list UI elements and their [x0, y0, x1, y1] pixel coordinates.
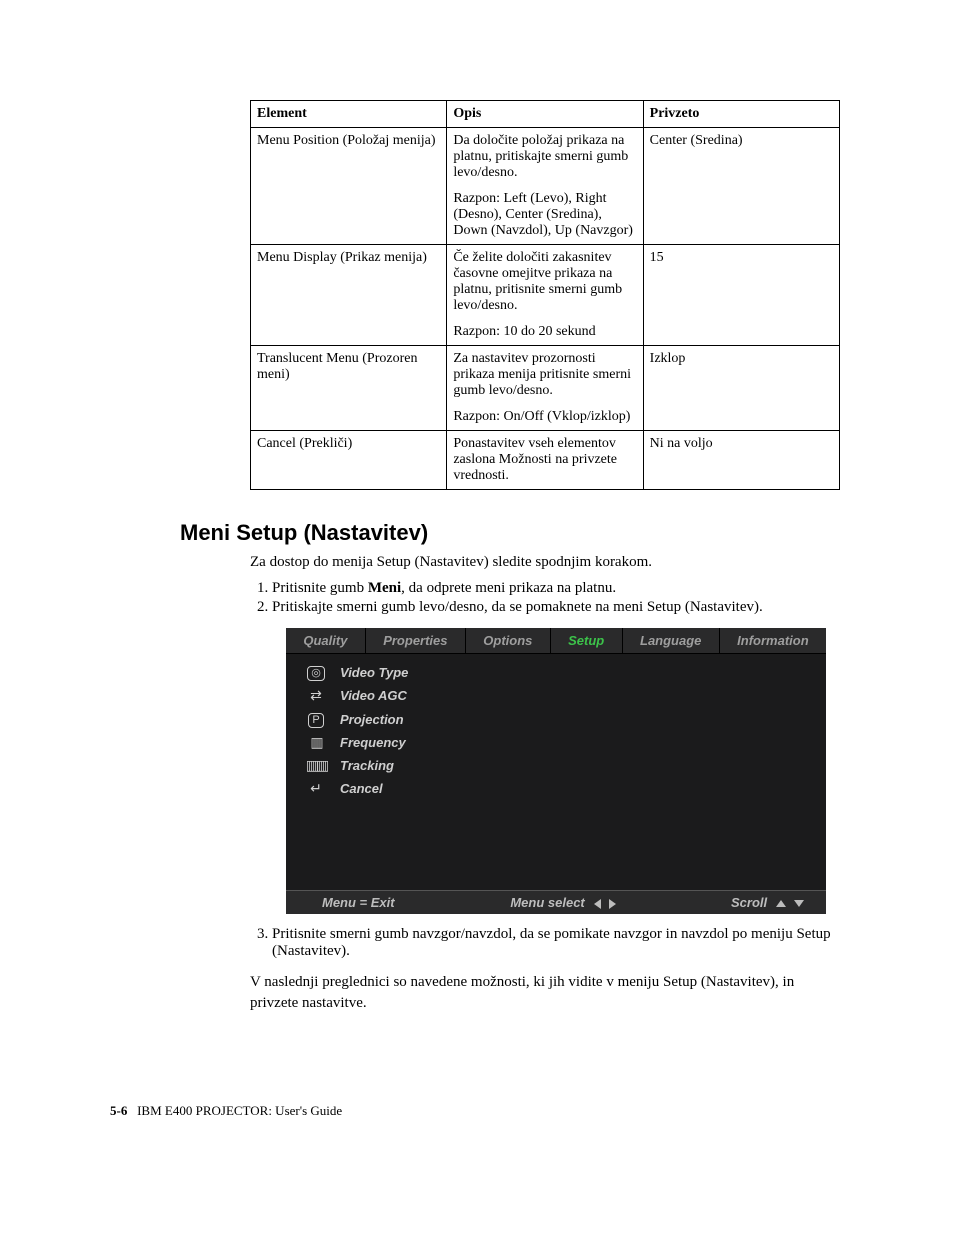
opis-main: Za nastavitev prozornosti prikaza menija…	[453, 351, 636, 399]
osd-item-label: Cancel	[336, 781, 816, 796]
footer-title: IBM E400 PROJECTOR: User's Guide	[137, 1103, 342, 1118]
osd-item-label: Projection	[336, 712, 816, 727]
cell-element: Menu Position (Položaj menija)	[251, 128, 447, 245]
closing-paragraph: V naslednji preglednici so navedene možn…	[250, 972, 844, 1013]
step-3: Pritisnite smerni gumb navzgor/navzdol, …	[272, 926, 844, 960]
osd-item-label: Video Type	[336, 665, 816, 680]
osd-tabs: Quality Properties Options Setup Languag…	[286, 628, 826, 654]
return-icon: ↵	[296, 780, 336, 797]
table-row: Cancel (Prekliči) Ponastavitev vseh elem…	[251, 431, 840, 490]
osd-item: ↵ Cancel	[296, 777, 816, 800]
cell-element: Cancel (Prekliči)	[251, 431, 447, 490]
cell-opis: Za nastavitev prozornosti prikaza menija…	[447, 346, 643, 431]
cell-default: Ni na voljo	[643, 431, 839, 490]
section-heading: Meni Setup (Nastavitev)	[180, 520, 844, 546]
osd-screenshot: Quality Properties Options Setup Languag…	[286, 628, 826, 914]
osd-item-label: Frequency	[336, 735, 816, 750]
triangle-left-icon	[594, 899, 601, 909]
triangle-down-icon	[794, 900, 804, 907]
cell-default: 15	[643, 245, 839, 346]
osd-tab-setup: Setup	[551, 628, 623, 653]
bars3-icon: ▥	[296, 734, 336, 751]
table-row: Translucent Menu (Prozoren meni) Za nast…	[251, 346, 840, 431]
step-1: Pritisnite gumb Meni, da odprete meni pr…	[272, 580, 844, 597]
page-footer: 5-6 IBM E400 PROJECTOR: User's Guide	[110, 1103, 844, 1119]
step-text: , da odprete meni prikaza na platnu.	[401, 580, 616, 596]
osd-body: ◎ Video Type ⇄ Video AGC P Projection ▥ …	[286, 654, 826, 890]
osd-tab-properties: Properties	[366, 628, 466, 653]
osd-footer-center: Menu select	[483, 895, 644, 910]
cell-opis: Ponastavitev vseh elementov zaslona Možn…	[447, 431, 643, 490]
steps-list: Pritisnite gumb Meni, da odprete meni pr…	[250, 580, 844, 616]
target-icon: ◎	[296, 663, 336, 681]
osd-footer-left: Menu = Exit	[298, 895, 483, 910]
step-2: Pritiskajte smerni gumb levo/desno, da s…	[272, 599, 844, 616]
osd-item-label: Video AGC	[336, 688, 816, 703]
table-row: Menu Position (Položaj menija) Da določi…	[251, 128, 840, 245]
scroll-label: Scroll	[731, 895, 767, 910]
parameters-table: Element Opis Privzeto Menu Position (Pol…	[250, 100, 840, 490]
opis-main: Če želite določiti zakasnitev časovne om…	[453, 250, 636, 314]
p-icon: P	[296, 710, 336, 728]
osd-tab-language: Language	[623, 628, 720, 653]
opis-main: Da določite položaj prikaza na platnu, p…	[453, 133, 636, 181]
cell-default: Center (Sredina)	[643, 128, 839, 245]
osd-item: ▥▥ Tracking	[296, 754, 816, 777]
page-number: 5-6	[110, 1103, 127, 1118]
cell-opis: Če želite določiti zakasnitev časovne om…	[447, 245, 643, 346]
osd-item: ▥ Frequency	[296, 731, 816, 754]
menu-select-label: Menu select	[510, 895, 584, 910]
osd-footer: Menu = Exit Menu select Scroll	[286, 890, 826, 914]
steps-list-cont: Pritisnite smerni gumb navzgor/navzdol, …	[250, 926, 844, 960]
step-text: Pritisnite gumb	[272, 580, 368, 596]
opis-range: Razpon: On/Off (Vklop/izklop)	[453, 409, 636, 425]
cell-element: Translucent Menu (Prozoren meni)	[251, 346, 447, 431]
osd-item: ◎ Video Type	[296, 660, 816, 684]
osd-item-label: Tracking	[336, 758, 816, 773]
triangle-right-icon	[609, 899, 616, 909]
opis-range: Razpon: 10 do 20 sekund	[453, 324, 636, 340]
osd-footer-right: Scroll	[645, 895, 814, 910]
osd-tab-information: Information	[720, 628, 826, 653]
opis-range: Razpon: Left (Levo), Right (Desno), Cent…	[453, 191, 636, 239]
cell-default: Izklop	[643, 346, 839, 431]
th-element: Element	[251, 101, 447, 128]
table-header-row: Element Opis Privzeto	[251, 101, 840, 128]
step-bold: Meni	[368, 580, 401, 596]
triangle-up-icon	[776, 900, 786, 907]
cell-opis: Da določite položaj prikaza na platnu, p…	[447, 128, 643, 245]
slider-icon: ⇄	[296, 687, 336, 704]
cell-element: Menu Display (Prikaz menija)	[251, 245, 447, 346]
th-opis: Opis	[447, 101, 643, 128]
table-row: Menu Display (Prikaz menija) Če želite d…	[251, 245, 840, 346]
bars4-icon: ▥▥	[296, 757, 336, 774]
th-privzeto: Privzeto	[643, 101, 839, 128]
osd-tab-quality: Quality	[286, 628, 366, 653]
osd-item: P Projection	[296, 707, 816, 731]
osd-tab-options: Options	[466, 628, 551, 653]
osd-item: ⇄ Video AGC	[296, 684, 816, 707]
step-text: Pritiskajte smerni gumb levo/desno, da s…	[272, 599, 763, 615]
opis-main: Ponastavitev vseh elementov zaslona Možn…	[453, 436, 636, 484]
intro-paragraph: Za dostop do menija Setup (Nastavitev) s…	[250, 552, 844, 572]
